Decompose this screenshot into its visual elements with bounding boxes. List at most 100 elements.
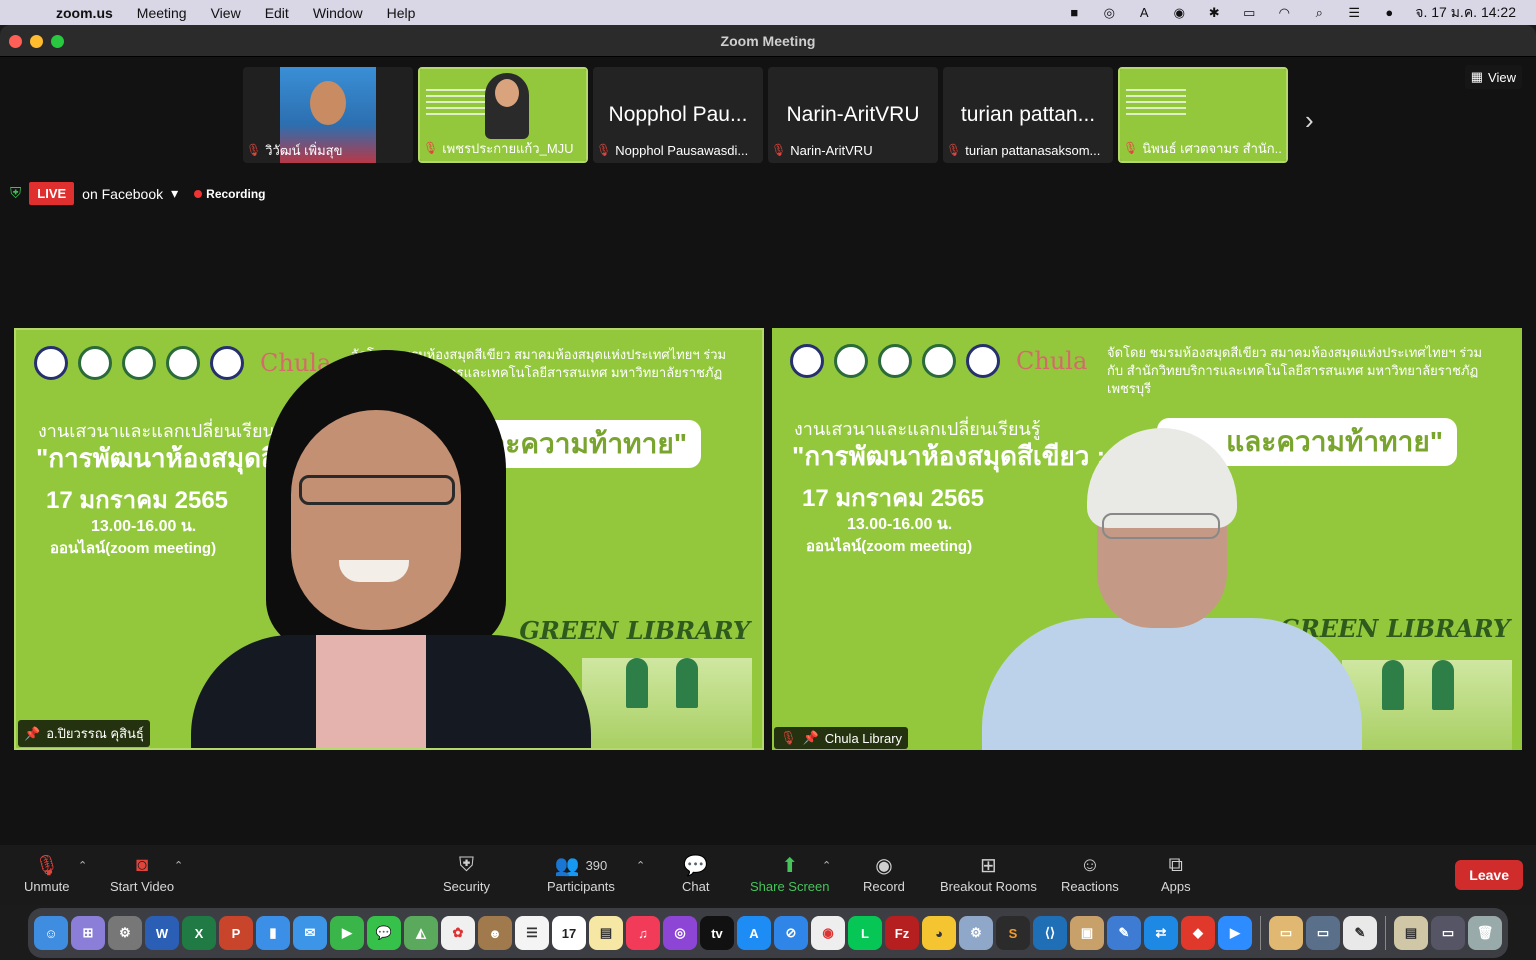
bluetooth-icon[interactable]: ✱	[1205, 5, 1223, 21]
logo-icon	[878, 344, 912, 378]
maps-icon[interactable]: ◭	[404, 916, 438, 950]
participant-thumbnail[interactable]: 🎙 วิวัฒน์ เพิ่มสุข	[243, 67, 413, 163]
vscode-icon[interactable]: ⟨⟩	[1033, 916, 1067, 950]
participant-thumbnail[interactable]: 🎙 เพชรประกายแก้ว_MJU	[418, 67, 588, 163]
textedit-icon[interactable]: ✎	[1343, 916, 1377, 950]
podcasts-icon[interactable]: ◎	[663, 916, 697, 950]
menu-meeting[interactable]: Meeting	[137, 5, 187, 21]
menu-view[interactable]: View	[211, 5, 241, 21]
muted-mic-icon: 🎙	[1123, 141, 1139, 155]
facetime-icon[interactable]: ▶	[330, 916, 364, 950]
fullscreen-window-button[interactable]	[51, 35, 64, 48]
apps-button[interactable]: ⧉ Apps	[1161, 851, 1191, 895]
share-options-chevron-icon[interactable]: ⌃	[822, 859, 831, 872]
notes-icon[interactable]: ▤	[589, 916, 623, 950]
minimize-window-button[interactable]	[30, 35, 43, 48]
record-button[interactable]: ◉ Record	[863, 851, 905, 895]
menu-help[interactable]: Help	[387, 5, 416, 21]
slide-online-note: ออนไลน์(zoom meeting)	[806, 538, 973, 555]
excel-icon[interactable]: X	[182, 916, 216, 950]
menu-app-name[interactable]: zoom.us	[56, 5, 113, 21]
creative-cloud-icon[interactable]: ◎	[1100, 5, 1118, 21]
sketch-editor-icon[interactable]: ✎	[1107, 916, 1141, 950]
muted-mic-icon: 🎙	[423, 141, 439, 155]
zoom-status-icon[interactable]: ■	[1065, 5, 1083, 20]
audio-options-chevron-icon[interactable]: ⌃	[78, 859, 87, 872]
encryption-shield-icon[interactable]: ⛨	[10, 185, 21, 202]
participant-thumbnail[interactable]: Nopphol Pau... 🎙 Nopphol Pausawasdi...	[593, 67, 763, 163]
wifi-icon[interactable]: ◠	[1275, 5, 1293, 21]
keynote-icon[interactable]: ▮	[256, 916, 290, 950]
view-button[interactable]: ▦ View	[1464, 65, 1522, 89]
breakout-rooms-button[interactable]: ⊞ Breakout Rooms	[940, 851, 1037, 895]
siri-icon[interactable]: ●	[1380, 5, 1398, 20]
zoom-meeting-window: Zoom Meeting 🎙 วิวัฒน์ เพิ่มสุข 🎙 เพชรประก…	[0, 25, 1536, 905]
cyberduck-icon[interactable]: ◕	[922, 916, 956, 950]
anydesk-icon[interactable]: ◆	[1181, 916, 1215, 950]
powerpoint-icon[interactable]: P	[219, 916, 253, 950]
participant-name-large: turian pattan...	[960, 103, 1096, 126]
live-platform-dropdown[interactable]: on Facebook ▾	[82, 185, 178, 202]
music-icon[interactable]: ♫	[626, 916, 660, 950]
safari-icon[interactable]: ⊘	[774, 916, 808, 950]
logo-icon	[78, 346, 112, 380]
archive-utility-icon[interactable]: ▣	[1070, 916, 1104, 950]
menu-edit[interactable]: Edit	[265, 5, 289, 21]
battery-icon[interactable]: ▭	[1240, 5, 1258, 21]
input-source-icon[interactable]: A	[1135, 5, 1153, 20]
sublime-text-icon[interactable]: S	[996, 916, 1030, 950]
trash-icon[interactable]: 🗑	[1468, 916, 1502, 950]
video-tile-speaker[interactable]: Chula จัดโดย ชมรมห้องสมุดสีเขียว สมาคมห้…	[14, 328, 764, 750]
security-button[interactable]: ⛨ Security	[443, 851, 490, 895]
share-screen-button[interactable]: ⬆ Share Screen	[750, 851, 830, 895]
system-settings-icon[interactable]: ⚙	[108, 916, 142, 950]
airdrop-icon[interactable]: ◉	[1170, 5, 1188, 21]
photos-icon[interactable]: ✿	[441, 916, 475, 950]
participants-options-chevron-icon[interactable]: ⌃	[636, 859, 645, 872]
finder-icon[interactable]: ☺	[34, 916, 68, 950]
messages-icon[interactable]: 💬	[367, 916, 401, 950]
documents-folder-icon[interactable]: ▭	[1269, 916, 1303, 950]
chat-button[interactable]: 💬 Chat	[682, 851, 709, 895]
reminders-icon[interactable]: ☰	[515, 916, 549, 950]
teamviewer-icon[interactable]: ⇄	[1144, 916, 1178, 950]
close-window-button[interactable]	[9, 35, 22, 48]
reactions-button[interactable]: ☺ Reactions	[1061, 851, 1119, 895]
control-center-icon[interactable]: ☰	[1345, 5, 1363, 21]
leave-meeting-button[interactable]: Leave	[1455, 860, 1523, 890]
menubar-clock[interactable]: จ. 17 ม.ค. 14:22	[1415, 2, 1516, 24]
video-options-chevron-icon[interactable]: ⌃	[174, 859, 183, 872]
spotlight-search-icon[interactable]: ⌕	[1310, 5, 1328, 21]
filezilla-icon[interactable]: Fz	[885, 916, 919, 950]
macos-dock: ☺ ⊞ ⚙ W X P ▮ ✉ ▶ 💬 ◭ ✿ ☻ ☰ 17 ▤ ♫ ◎ tv …	[28, 908, 1508, 958]
video-tile-chula-library[interactable]: Chula จัดโดย ชมรมห้องสมุดสีเขียว สมาคมห้…	[772, 328, 1522, 750]
participant-thumbnail[interactable]: 🎙 นิพนธ์ เศวตจามร สำนัก...	[1118, 67, 1288, 163]
downloads-stack-icon[interactable]: ▭	[1431, 916, 1465, 950]
slide-organizer-text: จัดโดย ชมรมห้องสมุดสีเขียว สมาคมห้องสมุด…	[1107, 345, 1483, 396]
menu-window[interactable]: Window	[313, 5, 363, 21]
contacts-icon[interactable]: ☻	[478, 916, 512, 950]
next-page-chevron-icon[interactable]: ›	[1305, 105, 1314, 136]
word-icon[interactable]: W	[145, 916, 179, 950]
video-name-label: 📌 อ.ปิยวรรณ คุสินธุ์	[18, 720, 150, 747]
dock-separator	[1385, 916, 1386, 950]
unmute-button[interactable]: 🎙 Unmute	[24, 851, 70, 895]
live-badge[interactable]: LIVE	[29, 182, 75, 205]
recording-indicator[interactable]: Recording	[194, 187, 266, 201]
participant-thumbnail[interactable]: Narin-AritVRU 🎙 Narin-AritVRU	[768, 67, 938, 163]
screenshot-preview-icon[interactable]: ▭	[1306, 916, 1340, 950]
line-icon[interactable]: L	[848, 916, 882, 950]
settings-gear-icon[interactable]: ⚙	[959, 916, 993, 950]
start-video-button[interactable]: ◙ Start Video	[110, 851, 174, 895]
launchpad-icon[interactable]: ⊞	[71, 916, 105, 950]
participants-button[interactable]: 👥 390 Participants	[547, 851, 615, 895]
folder-stack-icon[interactable]: ▤	[1394, 916, 1428, 950]
app-store-icon[interactable]: A	[737, 916, 771, 950]
calendar-icon[interactable]: 17	[552, 916, 586, 950]
meeting-controls-toolbar: 🎙 Unmute ⌃ ◙ Start Video ⌃ ⛨ Security 👥 3…	[0, 845, 1536, 905]
chrome-icon[interactable]: ◉	[811, 916, 845, 950]
zoom-app-icon[interactable]: ▶	[1218, 916, 1252, 950]
apple-tv-icon[interactable]: tv	[700, 916, 734, 950]
participant-thumbnail[interactable]: turian pattan... 🎙 turian pattanasaksom..…	[943, 67, 1113, 163]
mail-icon[interactable]: ✉	[293, 916, 327, 950]
